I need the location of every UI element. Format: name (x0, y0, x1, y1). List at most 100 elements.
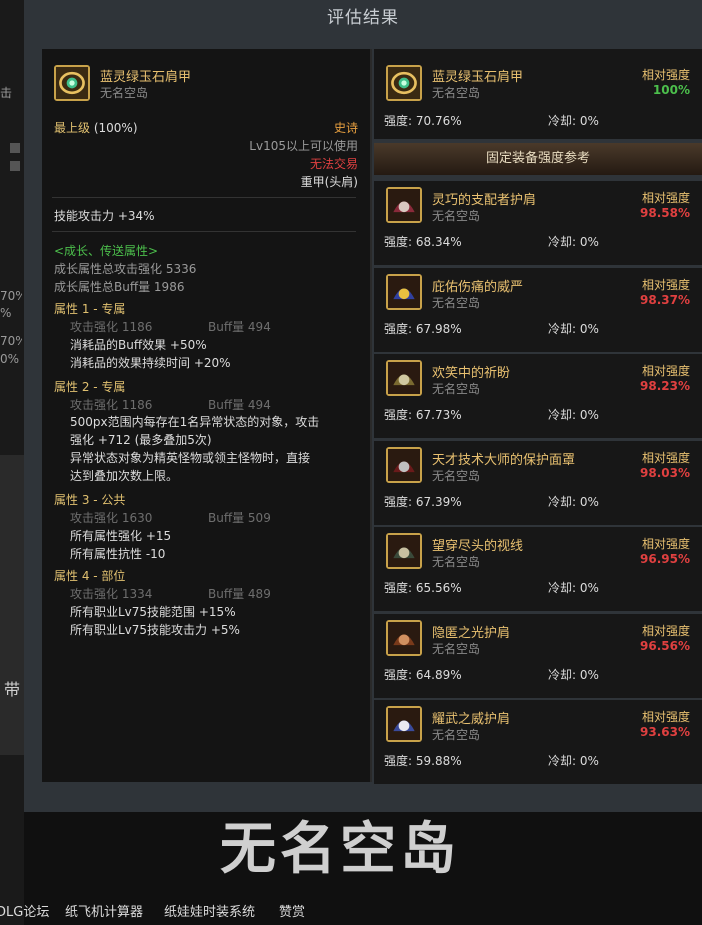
cooldown-value: 冷却: 0% (548, 235, 599, 249)
attribute-attack: 攻击强化 1334 (70, 587, 153, 601)
item-name: 望穿尽头的视线 (432, 539, 524, 554)
item-origin: 无名空岛 (432, 555, 481, 569)
grade-percent: (100%) (93, 121, 138, 135)
relative-strength-value: 93.63% (640, 725, 690, 739)
cooldown-value: 冷却: 0% (548, 408, 599, 422)
attribute-line: 强化 +712 (最多叠加5次) (70, 433, 212, 447)
attribute-title: 属性 4 - 部位 (54, 569, 126, 583)
cooldown-value: 冷却: 0% (548, 114, 599, 128)
strength-value: 强度: 59.88% (384, 754, 462, 768)
item-name: 欢笑中的祈盼 (432, 366, 511, 381)
attribute-buff: Buff量 494 (208, 398, 271, 412)
item-grade: 最上级 (100%) (54, 119, 138, 136)
attribute-buff: Buff量 489 (208, 587, 271, 601)
item-origin: 无名空岛 (432, 468, 481, 483)
attribute-line: 消耗品的效果持续时间 +20% (70, 356, 231, 370)
background-text: 击 (0, 86, 13, 100)
divider (52, 197, 356, 198)
reference-item-card[interactable]: 隐匿之光护肩 无名空岛 相对强度 96.56% 强度: 64.89% 冷却: 0… (374, 613, 702, 698)
growth-total-buff: 成长属性总Buff量 1986 (54, 280, 185, 294)
item-origin: 无名空岛 (432, 382, 481, 396)
relative-strength-label: 相对强度 (641, 68, 690, 82)
relative-strength-value: 100% (652, 83, 690, 97)
divider (52, 231, 356, 232)
attribute-title: 属性 2 - 专属 (54, 380, 126, 394)
strength-value: 强度: 70.76% (384, 114, 462, 128)
footer-link-forum[interactable]: DLG论坛 (0, 901, 49, 920)
background-text: % (0, 306, 12, 320)
trade-status: 无法交易 (309, 157, 358, 171)
item-origin: 无名空岛 (100, 86, 149, 100)
strength-value: 强度: 67.39% (384, 494, 462, 509)
relative-strength-value: 96.56% (640, 638, 690, 653)
footer-link-donate[interactable]: 赞赏 (279, 901, 305, 920)
background-panel (0, 455, 24, 755)
grade-label: 最上级 (54, 121, 91, 135)
background-square (10, 143, 20, 153)
relative-strength-label: 相对强度 (641, 191, 690, 205)
cooldown-value: 冷却: 0% (548, 581, 599, 595)
winged-helmet-icon (386, 706, 422, 742)
relative-strength-label: 相对强度 (641, 277, 690, 292)
item-origin: 无名空岛 (432, 86, 481, 100)
reference-item-card[interactable]: 灵巧的支配者护肩 无名空岛 相对强度 98.58% 强度: 68.34% 冷却:… (374, 181, 702, 265)
relative-strength-label: 相对强度 (641, 450, 690, 465)
site-logo: 无名空岛 (190, 810, 490, 890)
reference-item-card[interactable]: 庇佑伤痛的威严 无名空岛 相对强度 98.37% 强度: 67.98% 冷却: … (374, 267, 702, 352)
background-text: 70% (0, 334, 22, 348)
attribute-buff: Buff量 509 (208, 511, 271, 525)
cooldown-value: 冷却: 0% (548, 667, 599, 682)
attribute-line: 所有职业Lv75技能范围 +15% (70, 605, 236, 619)
footer-nav: DLG论坛 纸飞机计算器 纸娃娃时装系统 赞赏 (0, 901, 702, 923)
relative-strength-label: 相对强度 (641, 710, 690, 724)
item-name: 灵巧的支配者护肩 (432, 193, 537, 208)
attribute-line: 500px范围内每存在1名异常状态的对象，攻击 (70, 415, 320, 429)
item-name: 蓝灵绿玉石肩甲 (432, 70, 524, 85)
level-requirement: Lv105以上可以使用 (249, 139, 358, 153)
relative-strength-value: 98.58% (640, 206, 690, 220)
armor-icon (386, 360, 422, 396)
item-origin: 无名空岛 (432, 728, 481, 742)
attribute-line: 消耗品的Buff效果 +50% (70, 338, 207, 352)
skill-attack: 技能攻击力 +34% (54, 209, 155, 223)
relative-strength-label: 相对强度 (641, 364, 690, 378)
cooldown-value: 冷却: 0% (548, 494, 599, 509)
helmet-icon (386, 533, 422, 569)
current-item-card[interactable]: 蓝灵绿玉石肩甲 无名空岛 相对强度 100% 强度: 70.76% 冷却: 0% (374, 49, 702, 139)
item-name: 庇佑伤痛的威严 (432, 279, 524, 295)
shoulder-pad-icon (386, 619, 422, 656)
strength-value: 强度: 67.98% (384, 321, 462, 336)
footer-link-avatar-system[interactable]: 纸娃娃时装系统 (164, 901, 255, 920)
shoulder-armor-icon (386, 65, 422, 101)
footer-link-calculator[interactable]: 纸飞机计算器 (65, 901, 143, 920)
relative-strength-value: 98.03% (640, 465, 690, 480)
evaluation-modal: 评估结果 蓝灵绿玉石肩甲 无名空岛 最上级 (100%) 史诗 Lv105以上可… (24, 0, 702, 812)
strength-value: 强度: 67.73% (384, 408, 462, 422)
reference-item-card[interactable]: 望穿尽头的视线 无名空岛 相对强度 96.95% 强度: 65.56% 冷却: … (374, 527, 702, 611)
item-origin: 无名空岛 (432, 641, 481, 656)
shoulder-armor-icon (54, 65, 90, 101)
attribute-title: 属性 3 - 公共 (54, 493, 126, 507)
reference-item-card[interactable]: 耀武之威护肩 无名空岛 相对强度 93.63% 强度: 59.88% 冷却: 0… (374, 700, 702, 784)
background-text: 带 (4, 680, 21, 699)
attribute-line: 所有属性强化 +15 (70, 529, 172, 543)
reference-header: 固定装备强度参考 (374, 143, 702, 175)
strength-value: 强度: 65.56% (384, 581, 462, 595)
reference-item-card[interactable]: 欢笑中的祈盼 无名空岛 相对强度 98.23% 强度: 67.73% 冷却: 0… (374, 354, 702, 438)
attribute-line: 达到叠加次数上限。 (70, 469, 179, 483)
strength-value: 强度: 64.89% (384, 667, 462, 682)
cooldown-value: 冷却: 0% (548, 321, 599, 336)
reference-item-card[interactable]: 天才技术大师的保护面罩 无名空岛 相对强度 98.03% 强度: 67.39% … (374, 440, 702, 525)
attribute-attack: 攻击强化 1186 (70, 320, 153, 334)
item-name: 耀武之威护肩 (432, 712, 511, 727)
background-text: 70% (0, 289, 22, 303)
background-text: 0% (0, 352, 20, 366)
item-name: 天才技术大师的保护面罩 (432, 452, 576, 468)
attribute-attack: 攻击强化 1630 (70, 511, 153, 525)
relative-strength-label: 相对强度 (641, 537, 690, 551)
item-origin: 无名空岛 (432, 295, 481, 310)
attribute-attack: 攻击强化 1186 (70, 398, 153, 412)
attribute-title: 属性 1 - 专属 (54, 302, 126, 316)
item-detail-panel: 蓝灵绿玉石肩甲 无名空岛 最上级 (100%) 史诗 Lv105以上可以使用 无… (42, 49, 372, 782)
attribute-buff: Buff量 494 (208, 320, 271, 334)
